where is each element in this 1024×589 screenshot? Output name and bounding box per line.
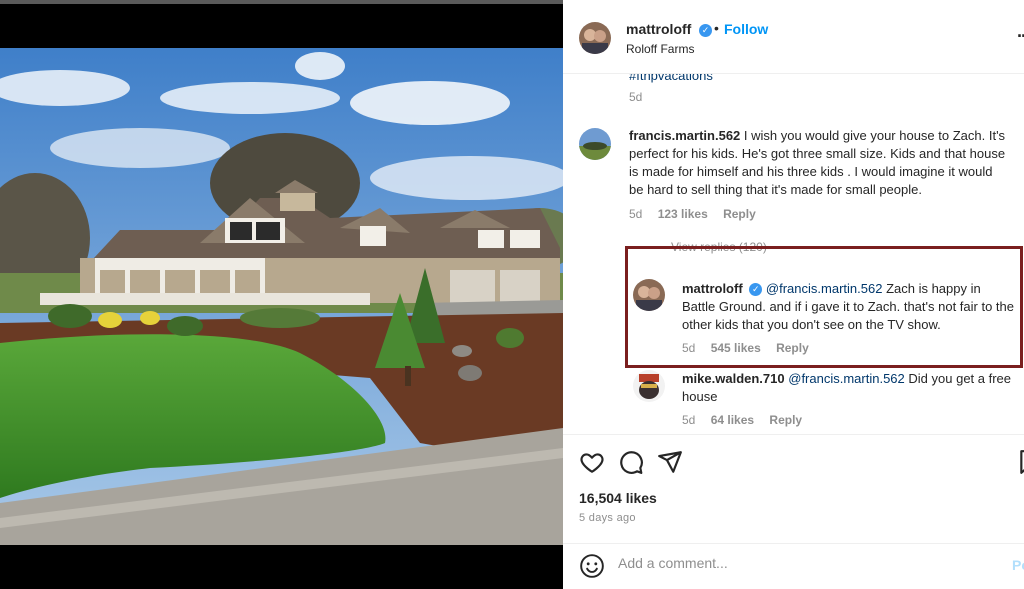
post-actions: 16,504 likes 5 days ago bbox=[563, 434, 1024, 544]
post-comment-button[interactable]: Post bbox=[1012, 557, 1024, 573]
comment-meta: 5d 123 likes Reply bbox=[629, 207, 768, 221]
comment-likes[interactable]: 545 likes bbox=[711, 341, 761, 355]
commenter-avatar[interactable] bbox=[579, 128, 611, 160]
commenter-avatar[interactable] bbox=[633, 370, 665, 402]
comment-mention[interactable]: @francis.martin.562 bbox=[766, 281, 883, 296]
add-comment-bar: Post bbox=[563, 543, 1024, 589]
commenter-avatar[interactable] bbox=[633, 279, 665, 311]
avatar-image bbox=[579, 128, 611, 160]
avatar-image bbox=[579, 22, 611, 54]
post-photo[interactable] bbox=[0, 48, 563, 545]
comment-meta: 5d 64 likes Reply bbox=[682, 413, 814, 427]
verified-badge-icon: ✓ bbox=[749, 283, 763, 296]
comment-username[interactable]: mattroloff bbox=[682, 281, 743, 296]
house-photo-illustration bbox=[0, 48, 563, 545]
post-header: mattroloff ✓ • Follow Roloff Farms ··· bbox=[563, 4, 1024, 74]
comment-body: mattroloff ✓ @francis.martin.562 Zach is… bbox=[682, 280, 1017, 334]
comment-meta: 5d 545 likes Reply bbox=[682, 341, 821, 355]
comment-time[interactable]: 5d bbox=[629, 207, 642, 221]
follow-button[interactable]: Follow bbox=[724, 21, 768, 37]
comment-body: mike.walden.710 @francis.martin.562 Did … bbox=[682, 370, 1017, 406]
share-icon[interactable] bbox=[657, 449, 683, 475]
post-detail-panel: mattroloff ✓ • Follow Roloff Farms ··· #… bbox=[563, 0, 1024, 589]
emoji-icon[interactable] bbox=[579, 553, 605, 579]
comment-body: francis.martin.562 I wish you would give… bbox=[629, 127, 1009, 199]
reply-button[interactable]: Reply bbox=[776, 341, 809, 355]
avatar-image bbox=[633, 370, 665, 402]
avatar-image bbox=[633, 279, 665, 311]
author-avatar[interactable] bbox=[579, 22, 611, 54]
comment-username[interactable]: mike.walden.710 bbox=[682, 371, 785, 386]
comments-list[interactable]: #fthpvacations 5d francis.martin.562 I w… bbox=[563, 74, 1024, 434]
caption-hashtag[interactable]: #fthpvacations bbox=[629, 74, 713, 83]
add-comment-input[interactable] bbox=[618, 555, 978, 571]
verified-badge-icon: ✓ bbox=[699, 24, 712, 37]
reply-button[interactable]: Reply bbox=[723, 207, 756, 221]
caption-timestamp[interactable]: 5d bbox=[629, 90, 642, 104]
comment-likes[interactable]: 64 likes bbox=[711, 413, 754, 427]
heart-icon[interactable] bbox=[579, 449, 605, 475]
bookmark-icon[interactable] bbox=[1017, 449, 1024, 475]
post-media-panel bbox=[0, 0, 563, 589]
post-timestamp[interactable]: 5 days ago bbox=[579, 512, 636, 524]
likes-count[interactable]: 16,504 likes bbox=[579, 490, 657, 506]
author-username[interactable]: mattroloff bbox=[626, 21, 691, 37]
comment-icon[interactable] bbox=[618, 449, 644, 475]
window-top-strip bbox=[0, 0, 563, 4]
more-options-icon[interactable]: ··· bbox=[1017, 26, 1024, 47]
post-location[interactable]: Roloff Farms bbox=[626, 42, 694, 56]
comment-time[interactable]: 5d bbox=[682, 341, 695, 355]
comment-username[interactable]: francis.martin.562 bbox=[629, 128, 740, 143]
comment-time[interactable]: 5d bbox=[682, 413, 695, 427]
separator-dot: • bbox=[714, 20, 719, 36]
comment-likes[interactable]: 123 likes bbox=[658, 207, 708, 221]
comment-mention[interactable]: @francis.martin.562 bbox=[788, 371, 905, 386]
reply-button[interactable]: Reply bbox=[769, 413, 802, 427]
